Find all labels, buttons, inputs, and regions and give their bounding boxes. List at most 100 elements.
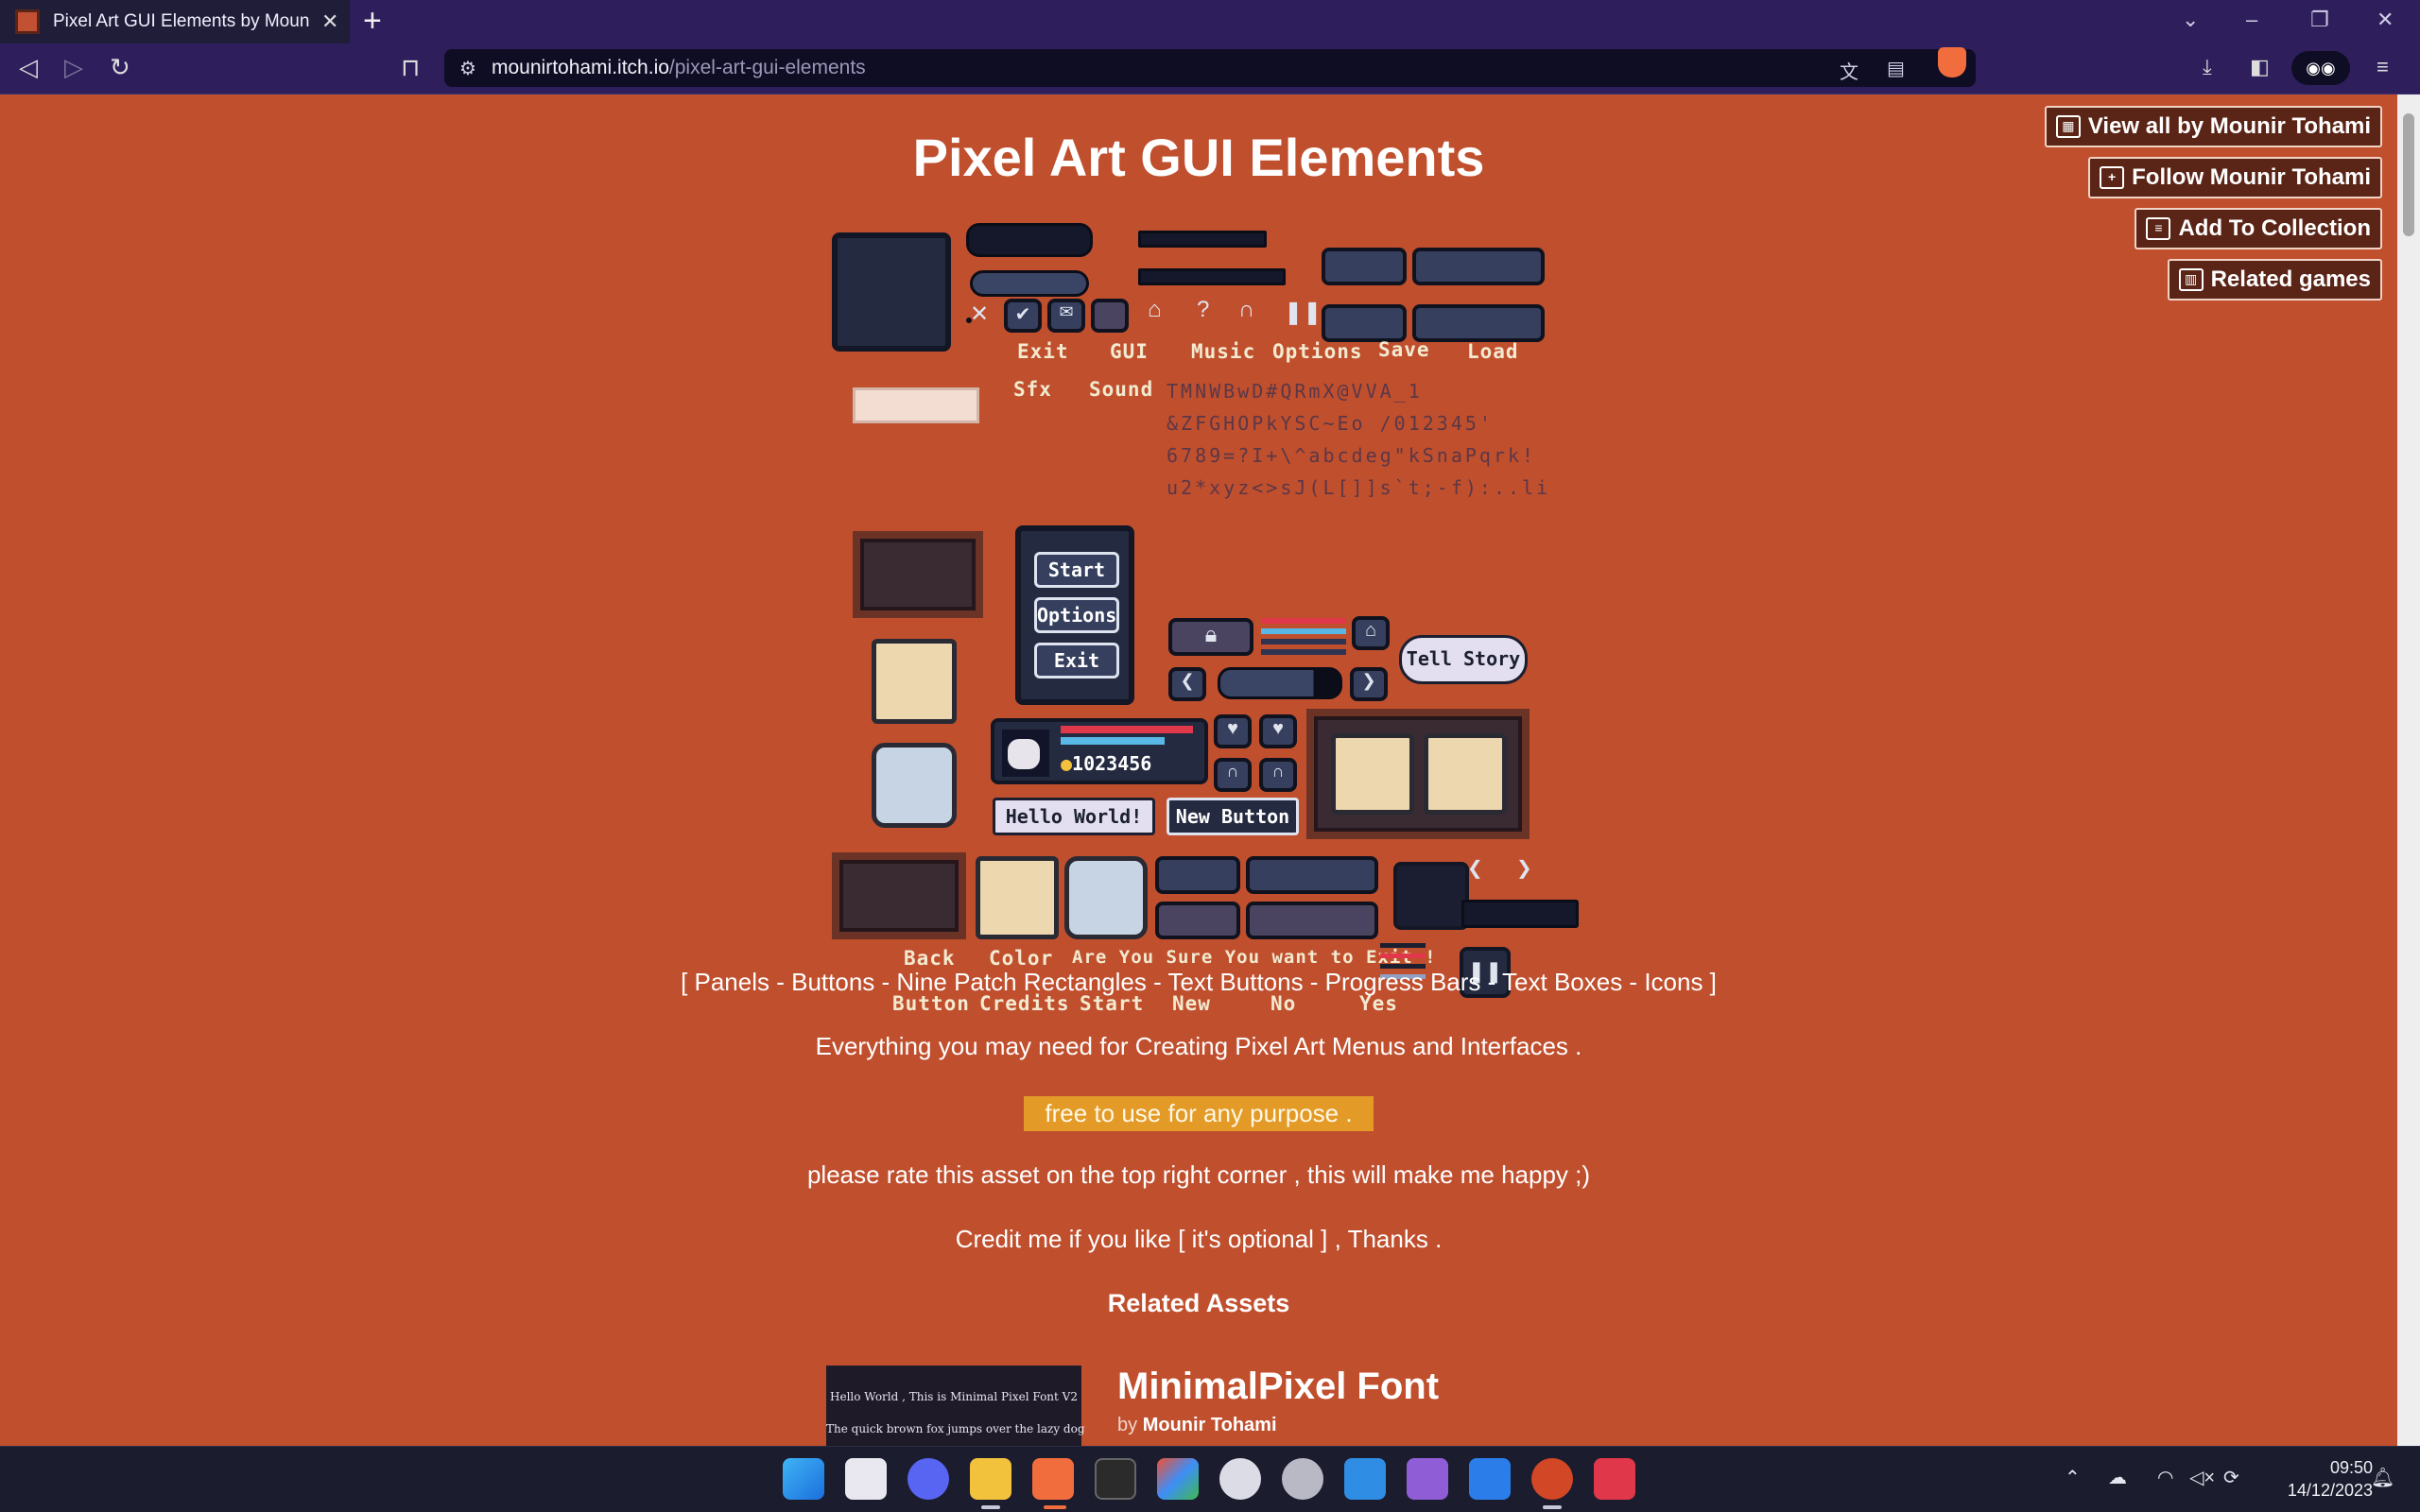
preview-inventory-panel — [1306, 709, 1530, 839]
preview-ice-box — [872, 743, 957, 828]
powerpoint-icon[interactable] — [1531, 1458, 1573, 1500]
todo-icon[interactable] — [1469, 1458, 1511, 1500]
git-client-icon[interactable] — [1157, 1458, 1199, 1500]
reload-icon[interactable]: ↻ — [110, 53, 130, 82]
preview-font-glyphs-1: TMNWBwD#QRmX@VVA_1 — [1167, 380, 1423, 403]
preview-progress-bars — [1261, 618, 1346, 656]
preview-label-color: Color — [989, 947, 1054, 970]
brave-browser-icon[interactable] — [1032, 1458, 1074, 1500]
description-line-3: Credit me if you like [ it's optional ] … — [955, 1225, 1443, 1253]
related-asset-author-link[interactable]: Mounir Tohami — [1143, 1415, 1277, 1435]
description-highlight-row: free to use for any purpose . — [0, 1096, 2397, 1131]
preview-mail-icon: ✉ — [1047, 299, 1085, 333]
unity-icon[interactable] — [1282, 1458, 1323, 1500]
translate-icon[interactable]: 文 — [1840, 57, 1858, 84]
back-icon[interactable]: ◁ — [19, 53, 38, 82]
add-list-icon: ≡ — [2146, 217, 2171, 240]
preview-heart-icon-2: ♥ — [1259, 714, 1297, 748]
preview-label-options: Options — [1272, 340, 1363, 363]
bookmark-icon[interactable]: ⊓ — [401, 53, 420, 82]
preview-label-back: Back — [904, 947, 956, 970]
new-tab-icon[interactable]: + — [363, 4, 382, 38]
related-asset-thumbnail[interactable]: Hello World , This is Minimal Pixel Font… — [826, 1366, 1085, 1446]
tray-overflow-icon[interactable]: ⌃ — [2065, 1466, 2081, 1489]
preview-lock-icon: 🔒︎ — [1168, 618, 1253, 656]
preview-new-button: New Button — [1167, 798, 1299, 835]
related-asset-title[interactable]: MinimalPixel Font — [1117, 1366, 1439, 1408]
scrollbar-thumb[interactable] — [2403, 113, 2414, 236]
preview-thin-bar — [1138, 231, 1267, 248]
browser-tab[interactable]: Pixel Art GUI Elements by Mounir Tohami … — [0, 0, 350, 43]
preview-label-music: Music — [1191, 340, 1256, 363]
preview-blue-bar — [970, 270, 1089, 297]
brave-shields-icon[interactable] — [1938, 47, 1966, 77]
preview-ice-box-2 — [1064, 856, 1148, 939]
preview-wood-panel — [853, 531, 983, 618]
notification-bell-icon[interactable]: 🔔︎ — [2371, 1466, 2394, 1489]
add-to-collection-button[interactable]: ≡ Add To Collection — [2135, 208, 2382, 249]
wifi-icon[interactable]: ◠ — [2157, 1466, 2173, 1489]
preview-label-sfx: Sfx — [1013, 378, 1052, 401]
taskbar-clock[interactable]: 09:50 14/12/2023 — [2259, 1456, 2373, 1502]
url-path: /pixel-art-gui-elements — [668, 57, 866, 78]
preview-heart-icon: ♥ — [1214, 714, 1252, 748]
discord-icon[interactable] — [908, 1458, 949, 1500]
vscode-icon[interactable] — [1344, 1458, 1386, 1500]
aseprite-icon[interactable] — [1594, 1458, 1635, 1500]
free-to-use-highlight: free to use for any purpose . — [1024, 1096, 1374, 1131]
menu-icon[interactable]: ≡ — [2377, 55, 2389, 79]
windows-taskbar: ⌃ ☁ ◠ ◁× ⟳ 09:50 14/12/2023 🔔︎ — [0, 1446, 2420, 1512]
preview-label-gui: GUI — [1110, 340, 1149, 363]
snipping-tool-icon[interactable] — [845, 1458, 887, 1500]
preview-label-save: Save — [1378, 338, 1430, 361]
preview-label-exit: Exit — [1017, 340, 1069, 363]
related-asset-card: Hello World , This is Minimal Pixel Font… — [826, 1366, 1772, 1446]
preview-prev-icon: ❮ — [1467, 858, 1483, 879]
volume-muted-icon[interactable]: ◁× — [2189, 1466, 2215, 1489]
preview-xp-bar — [1461, 900, 1579, 928]
close-window-icon[interactable]: ✕ — [2377, 8, 2394, 32]
address-bar[interactable]: ⚙ mounirtohami.itch.io/pixel-art-gui-ele… — [444, 49, 1976, 87]
private-profile-icon[interactable]: ◉◉ — [2291, 51, 2350, 85]
forward-icon[interactable]: ▷ — [64, 53, 83, 82]
preview-next-icon: ❯ — [1516, 858, 1532, 879]
preview-menu-start: Start — [1034, 552, 1119, 588]
start-windows-icon[interactable] — [783, 1458, 824, 1500]
preview-left-arrow-icon: ❮ — [1168, 667, 1206, 701]
related-games-button[interactable]: ▥ Related games — [2167, 259, 2382, 301]
tab-search-chevron-icon[interactable]: ⌄ — [2182, 8, 2199, 32]
preview-cream-box — [872, 639, 957, 724]
page-scrollbar[interactable] — [2397, 94, 2420, 1446]
site-info-icon[interactable]: ⚙ — [459, 57, 476, 80]
thumb-text-1: Hello World , This is Minimal Pixel Font… — [830, 1390, 1078, 1403]
preview-textbox — [853, 387, 979, 423]
url-host: mounirtohami.itch.io — [492, 57, 669, 78]
preview-font-glyphs-4: u2*xyz<>sJ(L[]]s`t;-f):..li — [1167, 476, 1551, 499]
tab-title: Pixel Art GUI Elements by Mounir Tohami — [53, 11, 310, 31]
preview-right-arrow-icon: ❯ — [1350, 667, 1388, 701]
unity-hub-icon[interactable] — [1219, 1458, 1261, 1500]
onedrive-icon[interactable]: ☁ — [2108, 1466, 2127, 1489]
file-explorer-icon[interactable] — [970, 1458, 1011, 1500]
downloads-icon[interactable]: ⤓ — [2203, 55, 2212, 79]
visual-studio-icon[interactable] — [1407, 1458, 1448, 1500]
sidebar-icon[interactable]: ◧ — [2250, 55, 2270, 79]
preview-home-icon: ⌂ — [1148, 297, 1162, 322]
preview-question-icon: ? — [1197, 297, 1210, 322]
preview-player-hud: ●1023456 — [991, 718, 1208, 784]
preview-slot — [1393, 862, 1469, 930]
restore-icon[interactable]: ❐ — [2310, 8, 2329, 32]
preview-hello-world-button: Hello World! — [993, 798, 1155, 835]
preview-font-glyphs-3: 6789=?I+\^abcdeg"kSnaPqrk! — [1167, 444, 1537, 467]
reader-mode-icon[interactable]: ▤ — [1887, 57, 1905, 80]
page-content: ▦ View all by Mounir Tohami + Follow Mou… — [0, 94, 2397, 1446]
map-icon: ▥ — [2178, 268, 2204, 291]
preview-tell-story-button: Tell Story — [1399, 635, 1528, 684]
minimize-icon[interactable]: – — [2246, 8, 2257, 32]
byline-prefix: by — [1117, 1415, 1138, 1435]
preview-label-load: Load — [1467, 340, 1519, 363]
terminal-icon[interactable] — [1095, 1458, 1136, 1500]
sync-icon[interactable]: ⟳ — [2223, 1466, 2239, 1489]
close-tab-icon[interactable]: ✕ — [321, 9, 338, 34]
preview-wood-panel-2 — [832, 852, 966, 939]
